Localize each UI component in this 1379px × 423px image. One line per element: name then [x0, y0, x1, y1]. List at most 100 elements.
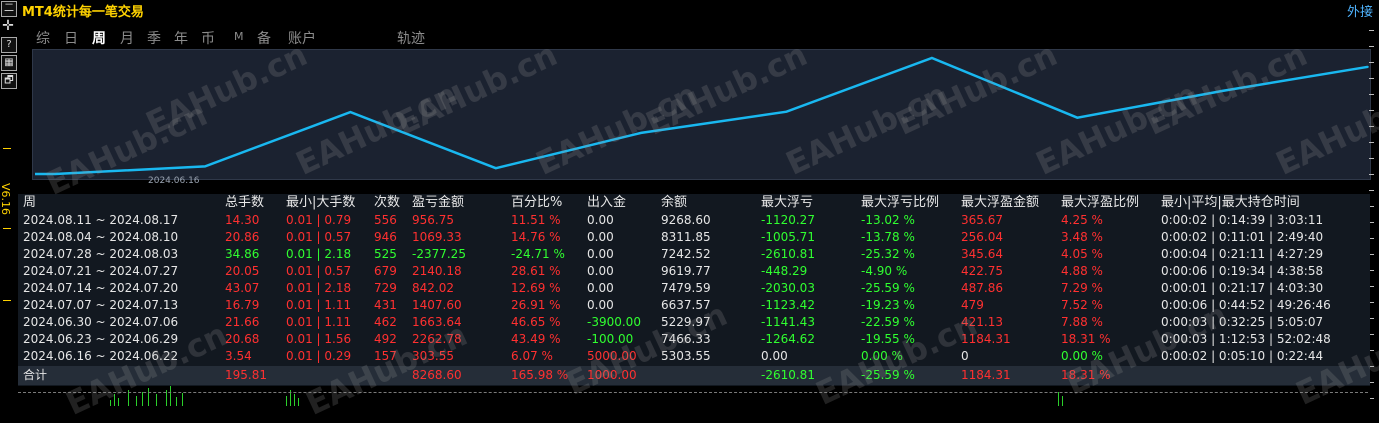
table-row[interactable]: 2024.07.14 ~ 2024.07.20 43.07 0.01 | 2.18 7… [18, 280, 1370, 297]
volume-bar [170, 386, 171, 406]
table-cell: 4.05 % [1061, 247, 1103, 261]
table-cell: -2030.03 [761, 281, 815, 295]
column-header[interactable]: 总手数 [225, 194, 264, 211]
table-row[interactable]: 2024.06.16 ~ 2024.06.22 3.54 0.01 | 0.29 15… [18, 348, 1370, 365]
table-cell: 4.25 % [1061, 213, 1103, 227]
table-cell: 1407.60 [412, 298, 462, 312]
table-cell: 20.05 [225, 264, 260, 278]
table-cell: 0:00:02 | 0:11:01 | 2:49:40 [1161, 230, 1324, 244]
table-cell: 0.01 | 1.11 [286, 315, 352, 329]
table-cell: -13.02 % [861, 213, 915, 227]
column-header[interactable]: 最小|平均|最大持仓时间 [1161, 194, 1300, 211]
help-icon[interactable]: ? [1, 37, 17, 53]
table-cell: 1663.64 [412, 315, 462, 329]
table-cell: 487.86 [961, 281, 1003, 295]
tab-month[interactable]: 月 [120, 28, 134, 48]
tab-overview[interactable]: 综 [36, 28, 50, 48]
balance-point [785, 110, 788, 113]
balance-point [1221, 90, 1224, 92]
total-cell: -2610.81 [761, 368, 815, 382]
table-row[interactable]: 2024.08.11 ~ 2024.08.17 14.30 0.01 | 0.79 5… [18, 212, 1370, 229]
table-cell: 5000.00 [587, 349, 637, 363]
table-cell: 21.66 [225, 315, 260, 329]
weekly-stats-table: 周 总手数 最小|大手数 次数 盈亏金额 百分比% 出入金 余额 最大浮亏 最大浮亏比例 最大浮盈金… [18, 194, 1370, 386]
scale-tick [1369, 78, 1374, 79]
version-label: V6.16 [0, 183, 12, 216]
table-cell: 2024.07.07 ~ 2024.07.13 [23, 298, 179, 312]
table-cell: 0.00 [587, 298, 614, 312]
table-cell: 2262.78 [412, 332, 462, 346]
volume-bar [136, 396, 137, 406]
table-cell: 5303.55 [661, 349, 711, 363]
balance-chart [32, 49, 1371, 180]
right-scale [1369, 30, 1379, 406]
column-header[interactable]: 盈亏金额 [412, 194, 464, 211]
table-cell: 28.61 % [511, 264, 561, 278]
table-cell: -1123.42 [761, 298, 815, 312]
column-header[interactable]: 百分比% [511, 194, 562, 211]
table-cell: 0.01 | 1.56 [286, 332, 352, 346]
table-cell: 4.88 % [1061, 264, 1103, 278]
scale-tick [1369, 110, 1374, 111]
table-header-row: 周 总手数 最小|大手数 次数 盈亏金额 百分比% 出入金 余额 最大浮亏 最大浮亏比例 最大浮盈金… [18, 194, 1370, 211]
table-cell: 2024.08.04 ~ 2024.08.10 [23, 230, 179, 244]
volume-bar [142, 392, 143, 406]
table-row[interactable]: 2024.07.07 ~ 2024.07.13 16.79 0.01 | 1.11 4… [18, 297, 1370, 314]
table-cell: -1120.27 [761, 213, 815, 227]
column-header[interactable]: 次数 [374, 194, 400, 211]
table-cell: 9268.60 [661, 213, 711, 227]
volume-bar [114, 394, 115, 406]
tab-account[interactable]: 账户 [288, 28, 316, 48]
column-header[interactable]: 最小|大手数 [286, 194, 355, 211]
column-header[interactable]: 周 [23, 194, 36, 211]
balance-point [494, 167, 497, 170]
move-icon[interactable]: ✛ [1, 19, 15, 33]
total-cell: 1000.00 [587, 368, 637, 382]
tab-quarter[interactable]: 季 [147, 28, 161, 48]
tab-day[interactable]: 日 [64, 28, 78, 48]
tab-magic[interactable]: M [234, 30, 244, 43]
table-cell: -13.78 % [861, 230, 915, 244]
scale-tick [1369, 174, 1374, 175]
column-header[interactable]: 出入金 [587, 194, 626, 211]
tab-note[interactable]: 备 [257, 28, 271, 48]
table-row[interactable]: 2024.07.28 ~ 2024.08.03 34.86 0.01 | 2.18 5… [18, 246, 1370, 263]
minimize-icon[interactable]: 二 [1, 1, 17, 17]
column-header[interactable]: 最大浮盈比例 [1061, 194, 1139, 211]
volume-bar [286, 396, 287, 406]
table-row[interactable]: 2024.06.30 ~ 2024.07.06 21.66 0.01 | 1.11 4… [18, 314, 1370, 331]
table-cell: 20.68 [225, 332, 260, 346]
table-cell: -1264.62 [761, 332, 815, 346]
table-cell: 7242.52 [661, 247, 711, 261]
sidebar-divider [3, 228, 11, 229]
tab-track[interactable]: 轨迹 [397, 28, 425, 48]
table-cell: 0:00:06 | 0:19:34 | 4:38:58 [1161, 264, 1324, 278]
column-header[interactable]: 最大浮亏 [761, 194, 813, 211]
column-header[interactable]: 最大浮亏比例 [861, 194, 939, 211]
table-cell: -4.90 % [861, 264, 908, 278]
tab-year[interactable]: 年 [174, 28, 188, 48]
outer-label[interactable]: 外接 [1347, 1, 1373, 20]
scale-tick [1369, 158, 1374, 159]
table-row[interactable]: 2024.07.21 ~ 2024.07.27 20.05 0.01 | 0.57 6… [18, 263, 1370, 280]
column-header[interactable]: 最大浮盈金额 [961, 194, 1039, 211]
balance-point [1076, 116, 1079, 119]
tab-week[interactable]: 周 [92, 28, 106, 48]
restore-icon[interactable]: 🗗 [1, 73, 17, 89]
column-header[interactable]: 余额 [661, 194, 687, 211]
table-cell: 11.51 % [511, 213, 561, 227]
table-cell: 6.07 % [511, 349, 553, 363]
table-row[interactable]: 2024.08.04 ~ 2024.08.10 20.86 0.01 | 0.57 9… [18, 229, 1370, 246]
table-row[interactable]: 2024.06.23 ~ 2024.06.29 20.68 0.01 | 1.56 4… [18, 331, 1370, 348]
table-cell: 14.30 [225, 213, 260, 227]
tab-currency[interactable]: 币 [201, 28, 215, 48]
scale-tick [1369, 190, 1374, 191]
table-cell: 2024.06.16 ~ 2024.06.22 [23, 349, 179, 363]
table-cell: 431 [374, 298, 397, 312]
table-cell: 7.52 % [1061, 298, 1103, 312]
balance-point [349, 111, 352, 113]
volume-bar [1062, 396, 1063, 406]
grid-icon[interactable]: ▦ [1, 55, 17, 71]
table-cell: 16.79 [225, 298, 260, 312]
volume-bar [182, 393, 183, 406]
